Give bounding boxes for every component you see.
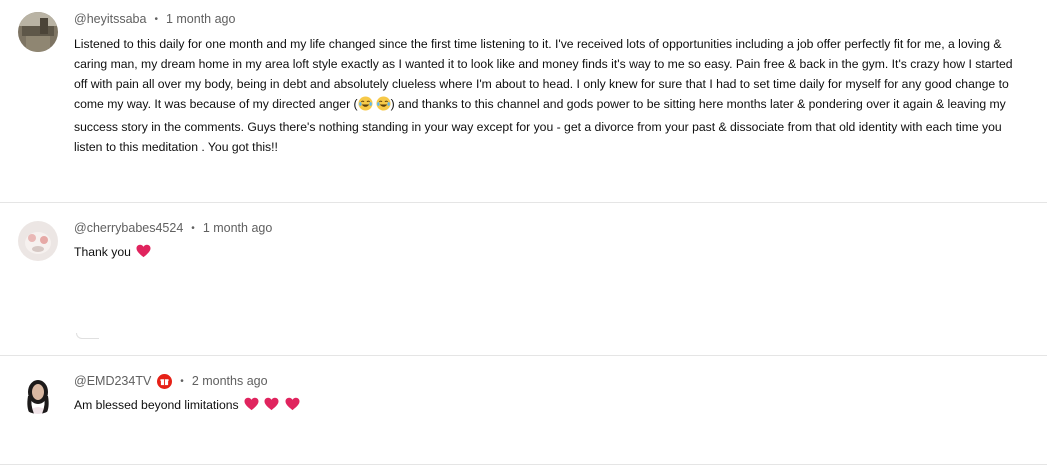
- author-handle[interactable]: @cherrybabes4524: [74, 221, 183, 235]
- red-heart-icon: [136, 244, 151, 264]
- comment-item: @heyitssaba • 1 month ago Listened to th…: [0, 0, 1047, 202]
- gift-badge-icon[interactable]: [157, 373, 173, 389]
- comment-text-content: Am blessed beyond limitations: [74, 398, 239, 412]
- red-heart-icon: [244, 397, 259, 417]
- avatar[interactable]: [18, 12, 58, 52]
- comment-item: @cherrybabes4524 • 1 month ago Thank you: [0, 203, 1047, 355]
- author-handle[interactable]: @heyitssaba: [74, 12, 146, 26]
- comment-text: Listened to this daily for one month and…: [74, 34, 1014, 157]
- comment-header: @EMD234TV • 2 months ago: [74, 373, 268, 389]
- separator-dot: •: [154, 13, 158, 25]
- red-heart-icon: [264, 397, 279, 417]
- red-heart-icon: [285, 397, 300, 417]
- comment-header: @heyitssaba • 1 month ago: [74, 11, 235, 27]
- avatar[interactable]: [18, 221, 58, 261]
- timestamp[interactable]: 1 month ago: [166, 12, 236, 26]
- laughing-tears-icon: [376, 96, 391, 117]
- reply-thread-line: [76, 333, 99, 339]
- timestamp[interactable]: 1 month ago: [203, 221, 273, 235]
- separator-dot: •: [180, 375, 184, 387]
- comment-text: Thank you: [74, 242, 1014, 264]
- avatar[interactable]: [18, 374, 58, 414]
- comment-text: Am blessed beyond limitations: [74, 395, 1014, 417]
- comment-header: @cherrybabes4524 • 1 month ago: [74, 220, 272, 236]
- comment-text-content: Thank you: [74, 245, 131, 259]
- comment-item: @EMD234TV • 2 months ago Am blessed beyo…: [0, 356, 1047, 464]
- divider: [0, 464, 1047, 465]
- laughing-tears-icon: [358, 96, 373, 117]
- separator-dot: •: [191, 222, 195, 234]
- author-handle[interactable]: @EMD234TV: [74, 374, 151, 388]
- timestamp[interactable]: 2 months ago: [192, 374, 268, 388]
